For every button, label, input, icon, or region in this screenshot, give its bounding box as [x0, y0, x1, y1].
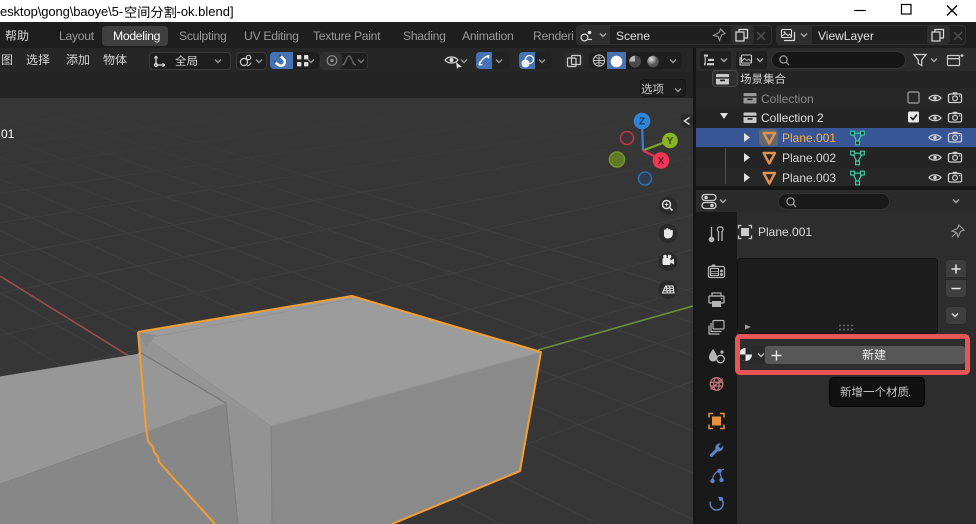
svg-text:X: X	[658, 156, 665, 167]
svg-text:01: 01	[1, 127, 15, 141]
svg-text:Z: Z	[639, 117, 645, 128]
svg-text:Y: Y	[667, 136, 674, 147]
